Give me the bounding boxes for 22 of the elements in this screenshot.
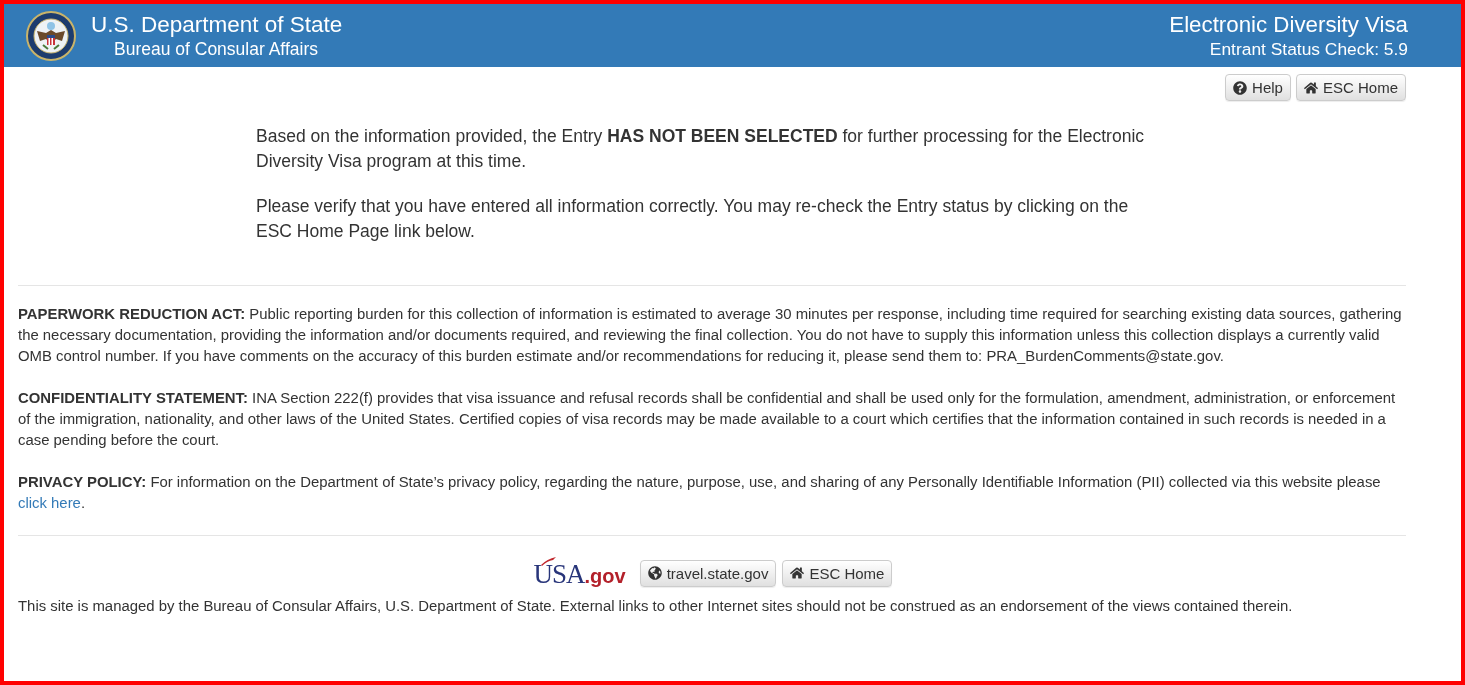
home-icon xyxy=(1303,80,1318,95)
help-icon xyxy=(1233,80,1248,95)
seal-icon xyxy=(26,10,76,61)
footer-note: This site is managed by the Bureau of Consular Affairs, U.S. Department of State. External links to other Internet sites should not be construed as an endorsement of the views contained therein. xyxy=(18,597,1294,616)
swoosh-icon xyxy=(540,556,557,566)
usa-gov-logo[interactable]: USA.gov xyxy=(531,556,634,590)
notice-paragraph: CONFIDENTIALITY STATEMENT: INA Section 222(f) provides that visa issuance and refusal records shall be confidential and shall be used only for the formulation, amendment, administration, or enforcement of the immigration, nationality, and other laws of the United States. Certified copies of visa records may be made available to a court which certifies that the information contained in such records is needed in a case pending before the court. xyxy=(18,389,1397,450)
status-message: Based on the information provided, the Entry HAS NOT BEEN SELECTED for further processing for the Electronic Diversity Visa program at this time. xyxy=(256,125,1146,173)
notice-paragraph: PRIVACY POLICY: For information on the Department of State’s privacy policy, regarding the nature, purpose, use, and sharing of any Personally Identifiable Information (PII) collected via this website please click here. xyxy=(18,473,1382,513)
site-title: U.S. Department of State xyxy=(91,11,343,38)
site-subtitle: Bureau of Consular Affairs xyxy=(113,37,319,60)
travel-site-button[interactable]: travel.state.gov xyxy=(639,559,777,587)
home-icon xyxy=(790,566,805,580)
app-subtitle: Entrant Status Check: 5.9 xyxy=(1209,37,1408,60)
app-title: Electronic Diversity Visa xyxy=(1169,11,1408,38)
home-button[interactable]: ESC Home xyxy=(1295,74,1406,101)
notice-paragraph: PAPERWORK REDUCTION ACT: Public reporting burden for this collection of information is estimated to average 30 minutes per response, including time required for searching existing data sources, gathering the necessary documentation, providing the information and/or documents required, and reviewing the final collection. You do not have to supply this information unless this collection displays a currently valid OMB control number. If you have comments on the accuracy of this burden estimate and/or recommendations for reducing it, please send them to: PRA_BurdenComments@state.gov. xyxy=(18,305,1403,366)
click-here-link[interactable]: click here xyxy=(18,495,81,511)
home-button[interactable]: ESC Home xyxy=(782,559,893,587)
help-button[interactable]: Help xyxy=(1225,74,1291,101)
status-message: Please verify that you have entered all information correctly. You may re-check the Entry status by clicking on the ESC Home Page link below. xyxy=(256,195,1130,243)
globe-icon xyxy=(647,566,662,580)
